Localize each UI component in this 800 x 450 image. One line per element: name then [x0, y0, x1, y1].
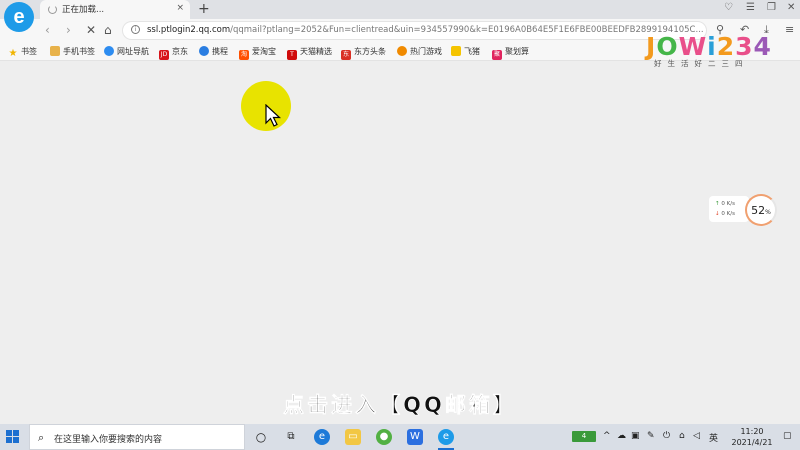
clock-time: 11:20: [740, 427, 764, 436]
juhuasuan-icon: 聚: [492, 50, 502, 60]
power-icon[interactable]: ⏻: [663, 431, 670, 441]
watermark-brand: JOWi234: [646, 32, 772, 61]
wps-writer-icon[interactable]: W: [407, 429, 423, 445]
display-icon[interactable]: ▣: [631, 431, 640, 441]
bookmark-item[interactable]: 淘爱淘宝: [239, 46, 276, 60]
notifications-icon[interactable]: ▢: [783, 431, 792, 441]
download-unit: K/s: [726, 211, 735, 217]
bookmark-item[interactable]: 热门游戏: [397, 46, 442, 57]
stop-loading-icon[interactable]: ✕: [86, 23, 96, 37]
bookmark-item[interactable]: 飞猪: [451, 46, 480, 57]
watermark-tagline: 好生活好二三四: [654, 59, 749, 68]
memory-percent: 52: [751, 204, 766, 217]
system-clock[interactable]: 11:20 2021/4/21: [729, 426, 775, 448]
bookmark-item[interactable]: 聚聚划算: [492, 46, 529, 60]
file-explorer-icon[interactable]: ▭: [345, 429, 361, 445]
folder-icon: [50, 46, 60, 56]
clock-date: 2021/4/21: [731, 438, 773, 447]
jd-icon: JD: [159, 50, 169, 60]
browser-taskbar-icon[interactable]: e: [438, 429, 454, 445]
bookmark-item[interactable]: 网址导航: [104, 46, 149, 57]
toutiao-icon: 东: [341, 50, 351, 60]
speed-readout: ↑ 0 K/s ↓ 0 K/s: [709, 196, 749, 222]
video-caption: 点击进入【QQ邮箱】: [283, 393, 517, 418]
bookmark-item[interactable]: T 天猫精选: [287, 46, 332, 60]
taobao-icon: 淘: [239, 50, 249, 60]
loading-spinner-icon: [48, 5, 57, 14]
taskbar: ⌕ 在这里输入你要搜索的内容 ○ ⧉ e ▭ ● W e 4 ^ ☁ ▣ ✎ ⏻…: [0, 424, 800, 450]
settings-menu-icon[interactable]: ≡: [785, 23, 794, 36]
close-window-icon[interactable]: ✕: [787, 2, 795, 13]
tab-strip: 正在加载... × + ♡ ☰ ❐ ✕: [0, 0, 800, 19]
star-icon: ★: [8, 48, 18, 59]
tab-close-icon[interactable]: ×: [176, 3, 184, 13]
edge-browser-icon[interactable]: e: [314, 429, 330, 445]
watermark-logo: JOWi234 好生活好二三四: [646, 32, 776, 68]
show-hidden-icons-icon[interactable]: ^: [603, 431, 611, 441]
back-icon[interactable]: ‹: [45, 23, 50, 37]
restore-window-icon[interactable]: ❐: [767, 2, 776, 13]
bookmark-item[interactable]: ★ 书签: [8, 46, 37, 59]
pen-icon[interactable]: ✎: [647, 431, 655, 441]
windows-start-icon[interactable]: [6, 430, 20, 444]
url-domain: ssl.ptlogin2.qq.com: [147, 25, 231, 35]
browser-logo-icon[interactable]: e: [4, 2, 34, 32]
network-speed-widget[interactable]: ↑ 0 K/s ↓ 0 K/s 52%: [709, 194, 777, 226]
tab-title: 正在加载...: [62, 5, 105, 15]
fliggy-icon: [451, 46, 461, 56]
taskbar-search-input[interactable]: ⌕ 在这里输入你要搜索的内容: [29, 424, 245, 450]
address-bar[interactable]: i ssl.ptlogin2.qq.com/qqmail?ptlang=2052…: [122, 21, 707, 40]
battery-icon[interactable]: 4: [572, 431, 596, 442]
tmall-icon: T: [287, 50, 297, 60]
ctrip-icon: [199, 46, 209, 56]
task-view-icon[interactable]: ⧉: [283, 429, 299, 445]
upload-unit: K/s: [726, 201, 735, 207]
search-icon: ⌕: [38, 431, 45, 444]
bookmark-item[interactable]: JD 京东: [159, 46, 188, 60]
url-path: /qqmail?ptlang=2052&Fun=clientread&uin=9…: [230, 25, 704, 35]
mouse-pointer-icon: [265, 104, 281, 127]
upload-arrow-icon: ↑: [715, 201, 720, 207]
bookmark-item[interactable]: 东东方头条: [341, 46, 386, 60]
volume-icon[interactable]: ◁: [693, 431, 700, 441]
download-arrow-icon: ↓: [715, 211, 720, 217]
site-info-icon[interactable]: i: [131, 25, 140, 34]
upload-speed: 0: [721, 201, 725, 207]
cloud-icon[interactable]: ☁: [617, 431, 626, 441]
games-icon: [397, 46, 407, 56]
skin-icon[interactable]: ♡: [724, 2, 733, 13]
home-icon[interactable]: ⌂: [104, 23, 112, 37]
cortana-icon[interactable]: ○: [253, 429, 269, 445]
app-icon[interactable]: ●: [376, 429, 392, 445]
forward-icon[interactable]: ›: [66, 23, 71, 37]
bookmark-item[interactable]: 携程: [199, 46, 228, 57]
tab-loading[interactable]: 正在加载... ×: [40, 0, 190, 19]
address-url[interactable]: ssl.ptlogin2.qq.com/qqmail?ptlang=2052&F…: [147, 25, 704, 35]
menu-icon[interactable]: ☰: [746, 2, 755, 13]
search-placeholder: 在这里输入你要搜索的内容: [54, 435, 163, 445]
compass-icon: [104, 46, 114, 56]
network-icon[interactable]: ⌂: [679, 431, 685, 441]
memory-percent-unit: %: [765, 209, 771, 216]
memory-usage-ring[interactable]: 52%: [745, 194, 777, 226]
new-tab-button[interactable]: +: [198, 1, 210, 17]
input-method-indicator[interactable]: 英: [709, 431, 718, 444]
download-speed: 0: [721, 211, 725, 217]
bookmark-item[interactable]: 手机书签: [50, 46, 95, 57]
